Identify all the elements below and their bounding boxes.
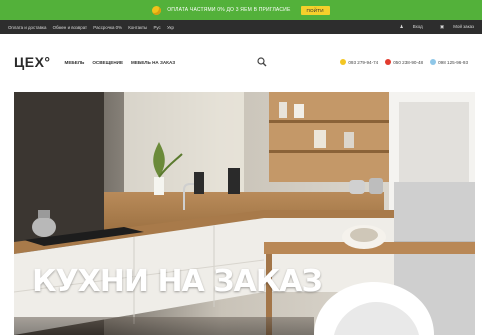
site-logo[interactable]: ЦЕХ° [14,54,51,70]
top-utility-bar: Оплата и доставка Обмен и возврат Рассро… [0,20,482,34]
operator-icon [340,59,347,65]
coin-icon [152,5,162,15]
user-icon: ♟ [399,24,404,29]
lang-ua[interactable]: Укр [167,25,174,30]
link-delivery[interactable]: Оплата и доставка [8,25,46,30]
phone-kyivstar[interactable]: 093 279-94-74 [340,59,378,65]
cart-link[interactable]: ▣ Мой заказ [432,24,474,29]
lang-ru[interactable]: Рус [153,25,160,30]
hero-banner[interactable]: КУХНИ НА ЗАКАЗ [14,92,475,335]
phone-lifecell[interactable]: 098 125-96-93 [430,59,468,65]
phone-list: 093 279-94-74 050 238-90-48 098 125-96-9… [333,59,468,65]
phone-number: 050 238-90-48 [393,59,424,65]
link-returns[interactable]: Обмен и возврат [53,25,87,30]
operator-icon [385,59,392,65]
search-icon[interactable] [257,57,267,67]
promo-text: ОПЛАТА ЧАСТЯМИ 0% ДО 3 ЯЕМ В ПРИГЛАСИЕ [167,7,291,13]
utility-links: Оплата и доставка Обмен и возврат Рассро… [8,25,179,30]
promo-button[interactable]: ПОЙТИ [300,5,330,15]
nav-lighting[interactable]: ОСВЕЩЕНИЕ [92,60,123,65]
operator-icon [430,59,437,65]
phone-vodafone[interactable]: 050 238-90-48 [385,59,423,65]
cart-label: Мой заказ [453,24,474,29]
login-link[interactable]: ♟ Вход [392,24,424,29]
phone-number: 098 125-96-93 [438,59,468,65]
main-nav: МЕБЕЛЬ ОСВЕЩЕНИЕ МЕБЕЛЬ НА ЗАКАЗ [65,60,184,65]
nav-custom-furniture[interactable]: МЕБЕЛЬ НА ЗАКАЗ [131,60,175,65]
nav-furniture[interactable]: МЕБЕЛЬ [65,60,85,65]
phone-number: 093 279-94-74 [348,59,379,65]
promo-banner[interactable]: ОПЛАТА ЧАСТЯМИ 0% ДО 3 ЯЕМ В ПРИГЛАСИЕ П… [0,0,482,20]
link-contacts[interactable]: Контакты [128,25,147,30]
account-links: ♟ Вход ▣ Мой заказ [384,24,474,30]
link-installments[interactable]: Рассрочка 0% [93,25,122,30]
bag-icon: ▣ [439,24,445,29]
hero-title: КУХНИ НА ЗАКАЗ [32,264,323,299]
login-label: Вход [412,24,423,29]
site-header: ЦЕХ° МЕБЕЛЬ ОСВЕЩЕНИЕ МЕБЕЛЬ НА ЗАКАЗ 09… [0,34,482,90]
